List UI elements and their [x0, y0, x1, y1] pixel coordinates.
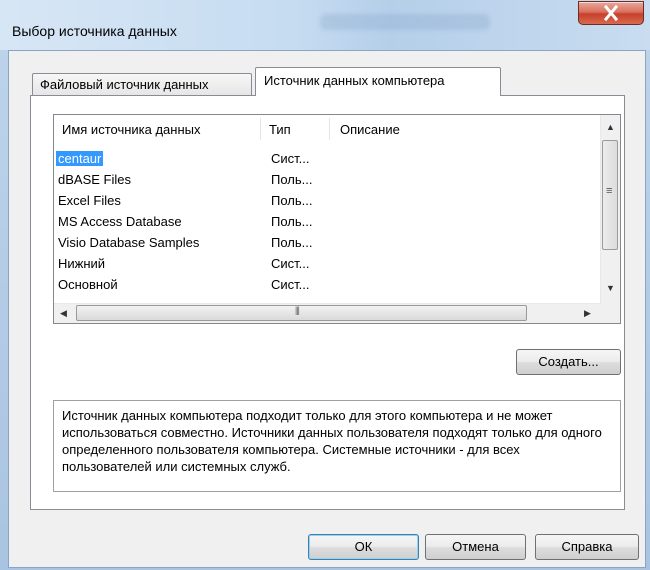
cancel-button[interactable]: Отмена [425, 534, 526, 560]
scroll-right-icon[interactable]: ▶ [584, 308, 591, 318]
row-type: Сист... [271, 151, 310, 166]
row-type: Поль... [271, 214, 313, 229]
create-button[interactable]: Создать... [516, 349, 621, 375]
scroll-left-icon[interactable]: ◀ [60, 308, 67, 318]
row-name: MS Access Database [58, 214, 182, 229]
table-row[interactable]: Основной Сист... [54, 275, 597, 296]
ok-button[interactable]: ОК [308, 534, 419, 560]
tab-file-data-source[interactable]: Файловый источник данных [32, 73, 252, 95]
table-row[interactable]: Excel Files Поль... [54, 191, 597, 212]
scroll-up-icon[interactable]: ▲ [606, 122, 615, 132]
tab-machine-data-source[interactable]: Источник данных компьютера [255, 67, 501, 96]
row-type: Сист... [271, 277, 310, 292]
row-type: Сист... [271, 256, 310, 271]
column-header-name[interactable]: Имя источника данных [62, 115, 201, 142]
column-separator[interactable] [260, 118, 261, 140]
list-header: Имя источника данных Тип Описание [54, 115, 597, 142]
info-text: Источник данных компьютера подходит толь… [62, 408, 602, 474]
row-name: centaur [56, 151, 104, 166]
column-header-description[interactable]: Описание [340, 115, 400, 142]
scroll-down-icon[interactable]: ▼ [606, 283, 615, 293]
grip-icon: ≡ [606, 185, 613, 197]
row-name: Visio Database Samples [58, 235, 200, 250]
table-row[interactable]: Visio Database Samples Поль... [54, 233, 597, 254]
table-row[interactable]: centaur Сист... [54, 149, 597, 170]
title-bar[interactable]: Выбор источника данных [0, 0, 650, 50]
row-type: Поль... [271, 172, 313, 187]
column-separator[interactable] [329, 118, 330, 140]
table-row[interactable]: MS Access Database Поль... [54, 212, 597, 233]
info-box: Источник данных компьютера подходит толь… [53, 400, 621, 492]
row-type: Поль... [271, 193, 313, 208]
column-header-type[interactable]: Тип [269, 115, 291, 142]
help-button[interactable]: Справка [535, 534, 639, 560]
horizontal-scroll-thumb[interactable]: ⦀ [76, 305, 527, 321]
row-name: Excel Files [58, 193, 121, 208]
row-name: Основной [58, 277, 118, 292]
vertical-scrollbar[interactable]: ▲ ≡ ▼ [600, 115, 620, 305]
table-row[interactable]: dBASE Files Поль... [54, 170, 597, 191]
scroll-corner [601, 304, 620, 323]
close-button[interactable] [578, 1, 644, 25]
vertical-scroll-thumb[interactable]: ≡ [602, 140, 618, 250]
window-title: Выбор источника данных [12, 23, 177, 39]
data-source-list[interactable]: Имя источника данных Тип Описание centau… [53, 114, 621, 324]
table-row[interactable]: Нижний Сист... [54, 254, 597, 275]
title-bar-blur [320, 14, 490, 30]
horizontal-scrollbar[interactable]: ◀ ⦀ ▶ [54, 303, 601, 323]
dialog-window: Выбор источника данных Файловый источник… [0, 0, 650, 570]
row-name: Нижний [58, 256, 106, 271]
close-icon [603, 4, 619, 22]
grip-icon: ⦀ [295, 306, 300, 318]
row-type: Поль... [271, 235, 313, 250]
row-name: dBASE Files [58, 172, 131, 187]
